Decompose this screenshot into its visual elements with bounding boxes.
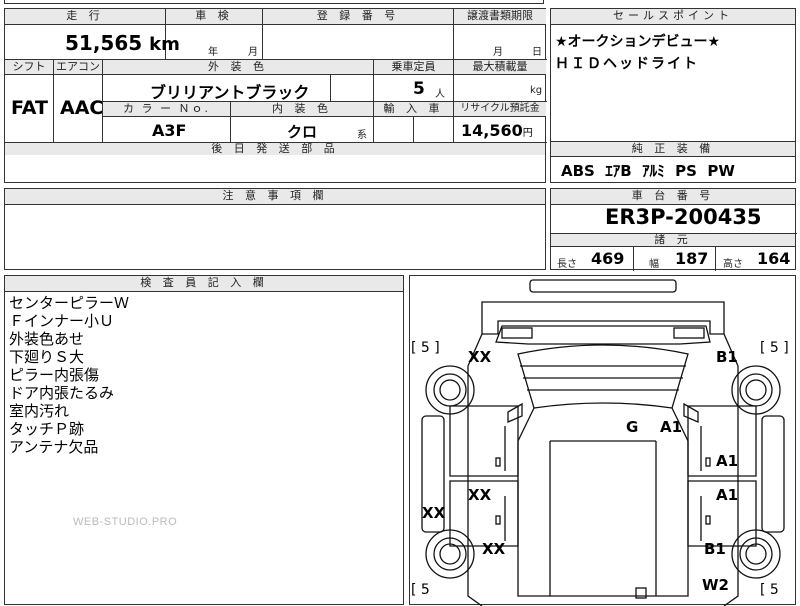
post-shipping-area	[4, 155, 546, 183]
tire-left-rear-tread: [ 5	[411, 582, 430, 598]
inspection-month-label: 月	[248, 47, 258, 58]
capacity-header: 乗車定員	[374, 60, 453, 75]
genuine-equipment-header: 純 正 装 備	[551, 142, 795, 157]
inspector-notes: センターピラーＷ Ｆインナー小Ｕ 外装色あせ 下廻りＳ大 ピラー内張傷 ドア内張…	[9, 294, 129, 456]
note-line: 室内汚れ	[9, 402, 70, 420]
chassis-header: 車 台 番 号	[551, 189, 795, 205]
length-value: 469	[591, 249, 625, 268]
damage-mark-rear-door-right: A1	[716, 486, 739, 504]
car-diagram-box: [ 5 ] [ 5 ] [ 5 [ 5 XX B1 G A1 A1 XX A1 …	[409, 275, 796, 606]
damage-mark-rear-fender-left: XX	[482, 540, 506, 558]
mileage-unit: km	[149, 34, 180, 55]
transfer-day-label: 日	[532, 47, 542, 58]
inspection-header: 車 検	[166, 9, 262, 25]
tire-left-front-tread: [ 5 ]	[411, 340, 440, 356]
height-value: 164	[757, 249, 791, 268]
note-line: ピラー内張傷	[9, 366, 100, 384]
damage-mark-roof: G	[626, 418, 639, 436]
sales-points-box: セールスポイント ★オークションデビュー★ ＨＩＤヘッドライト	[550, 8, 796, 142]
transfer-month-label: 月	[493, 47, 503, 58]
note-line: 外装色あせ	[9, 330, 85, 348]
interior-color-value: クロ	[287, 123, 318, 141]
sales-points-header: セールスポイント	[551, 9, 795, 25]
damage-mark-rear-door-left: XX	[468, 486, 492, 504]
specs-header: 諸 元	[551, 234, 795, 247]
damage-mark-front-right: B1	[716, 348, 738, 366]
max-load-unit: kg	[530, 85, 543, 96]
color-no-header: カ ラ ー Ｎｏ.	[103, 102, 230, 117]
note-line: アンテナ欠品	[9, 438, 99, 456]
recycle-unit: 円	[522, 128, 533, 139]
tire-right-rear-tread: [ 5	[760, 582, 779, 598]
note-line: 下廻りＳ大	[9, 348, 85, 366]
sales-point-1: ★オークションデビュー★	[555, 34, 721, 50]
damage-mark-side-left: XX	[422, 504, 446, 522]
width-label: 幅	[649, 259, 659, 270]
top-strip-cut	[4, 0, 544, 4]
genuine-equipment-box: 純 正 装 備 ABS ｴｱB ｱﾙﾐ PS PW	[550, 141, 796, 183]
aircon-header: エアコン	[54, 60, 102, 75]
damage-mark-pillar-right: A1	[660, 418, 683, 436]
note-line: Ｆインナー小Ｕ	[9, 312, 115, 330]
damage-mark-front-left: XX	[468, 348, 492, 366]
tire-right-front-tread: [ 5 ]	[760, 340, 789, 356]
length-label: 長さ	[557, 259, 577, 270]
interior-color-suffix: 系	[357, 130, 367, 141]
width-value: 187	[675, 249, 709, 268]
transfer-header: 譲渡書類期限	[454, 9, 546, 25]
recycle-value: 14,560円	[461, 121, 533, 140]
height-label: 高さ	[723, 259, 743, 270]
shift-value: FAT	[11, 97, 48, 119]
caution-box: 注 意 事 項 欄	[4, 188, 546, 270]
damage-mark-front-door-right: A1	[716, 452, 739, 470]
inspector-box: 検 査 員 記 入 欄 センターピラーＷ Ｆインナー小Ｕ 外装色あせ 下廻りＳ大…	[4, 275, 404, 605]
car-outline-diagram	[421, 279, 785, 606]
capacity-unit: 人	[435, 89, 445, 100]
registration-header: 登 録 番 号	[263, 9, 453, 25]
mileage-value: 51,565 km	[65, 31, 180, 55]
chassis-box: 車 台 番 号 ER3P-200435 諸 元 長さ 469 幅 187 高さ …	[550, 188, 797, 271]
damage-mark-rear-right: W2	[702, 576, 729, 594]
inspection-year-label: 年	[208, 47, 218, 58]
interior-color-header: 内 装 色	[231, 102, 373, 117]
vehicle-info-table: 走 行 車 検 登 録 番 号 譲渡書類期限 51,565 km 年 月 月 日…	[4, 8, 547, 156]
capacity-value: 5	[413, 79, 425, 99]
watermark: WEB-STUDIO.PRO	[73, 516, 178, 528]
mileage-header: 走 行	[5, 9, 165, 25]
exterior-color-header: 外 装 色	[103, 60, 373, 75]
max-load-header: 最大積載量	[454, 60, 546, 75]
shift-header: シフト	[5, 60, 53, 75]
color-no-value: A3F	[152, 121, 187, 140]
damage-mark-rear-fender-right: B1	[704, 540, 726, 558]
inspector-header: 検 査 員 記 入 欄	[5, 276, 403, 292]
caution-header: 注 意 事 項 欄	[5, 189, 545, 205]
note-line: タッチＰ跡	[9, 420, 85, 438]
aircon-value: AAC	[60, 97, 104, 119]
genuine-equipment-value: ABS ｴｱB ｱﾙﾐ PS PW	[561, 162, 735, 180]
sales-point-2: ＨＩＤヘッドライト	[555, 56, 699, 72]
recycle-header: リサイクル預託金	[454, 102, 546, 117]
import-header: 輸 入 車	[374, 102, 453, 117]
exterior-color-value: ブリリアントブラック	[150, 83, 310, 102]
chassis-value: ER3P-200435	[605, 205, 762, 229]
note-line: ドア内張たるみ	[9, 384, 115, 402]
note-line: センターピラーＷ	[9, 294, 130, 312]
